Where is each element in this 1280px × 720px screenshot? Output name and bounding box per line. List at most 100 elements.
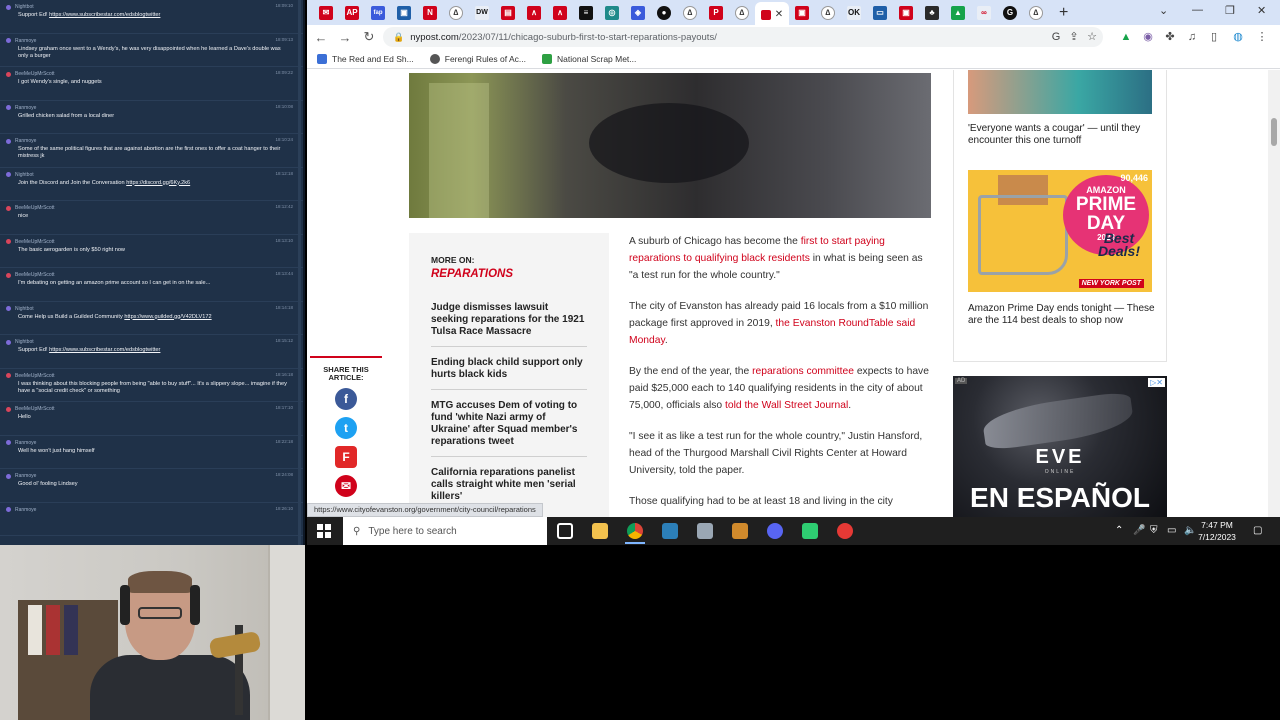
- tab-favicon[interactable]: ▣: [795, 5, 809, 20]
- email-icon[interactable]: ✉: [335, 475, 357, 497]
- facebook-icon[interactable]: f: [335, 388, 357, 410]
- related-link[interactable]: Ending black child support only hurts bl…: [431, 347, 587, 390]
- tab-search-icon[interactable]: ⌄: [1159, 4, 1168, 17]
- chat-scrollbar[interactable]: [298, 0, 301, 545]
- microphone-icon[interactable]: 🎤: [1133, 525, 1145, 536]
- chat-link[interactable]: https://www.subscribestar.com/edsblogtwi…: [49, 347, 160, 353]
- streaming-app-icon[interactable]: [802, 523, 818, 539]
- tab-favicon[interactable]: ∞: [977, 5, 991, 20]
- restore-icon[interactable]: ❐: [1225, 4, 1235, 17]
- tab-favicon[interactable]: ∆: [735, 5, 749, 20]
- tab-favicon[interactable]: ▣: [397, 5, 411, 20]
- address-bar[interactable]: 🔒 nypost.com/2023/07/11/chicago-suburb-f…: [383, 27, 1103, 47]
- tab-favicon[interactable]: ∧: [553, 5, 567, 20]
- chrome-icon[interactable]: [627, 523, 643, 539]
- recording-app-icon[interactable]: [837, 523, 853, 539]
- eve-online-ad[interactable]: AD ▷✕ EVE ONLINE EN ESPAÑOL: [953, 376, 1167, 517]
- task-view-icon[interactable]: [557, 523, 573, 539]
- tab-favicon[interactable]: ∧: [527, 5, 541, 20]
- flipboard-icon[interactable]: F: [335, 446, 357, 468]
- discord-icon[interactable]: [767, 523, 783, 539]
- bookmark-item[interactable]: Ferengi Rules of Ac...: [429, 53, 526, 64]
- tab-favicon[interactable]: ✉: [319, 5, 333, 20]
- chat-link[interactable]: https://www.guilded.gg/V42DLV172: [124, 314, 211, 320]
- browser-toolbar: ← → ↻ 🔒 nypost.com/2023/07/11/chicago-su…: [307, 25, 1280, 49]
- more-on-topic[interactable]: REPARATIONS: [431, 268, 587, 280]
- new-tab-icon[interactable]: +: [1059, 4, 1068, 22]
- tab-active[interactable]: ✕: [755, 2, 789, 27]
- chat-link[interactable]: https://discord.gg/6Ky.2k6: [126, 180, 190, 186]
- file-explorer-icon[interactable]: [592, 523, 608, 539]
- close-window-icon[interactable]: ✕: [1257, 4, 1266, 17]
- back-icon[interactable]: ←: [311, 30, 331, 45]
- app-icon[interactable]: [697, 523, 713, 539]
- tab-favicon[interactable]: ∆: [683, 5, 697, 20]
- ad-close-icon[interactable]: ▷✕: [1148, 378, 1165, 387]
- notifications-icon[interactable]: ▢: [1253, 525, 1262, 536]
- network-icon[interactable]: ▭: [1167, 525, 1176, 536]
- minimize-icon[interactable]: —: [1192, 4, 1203, 16]
- article-video[interactable]: [409, 73, 931, 218]
- security-icon[interactable]: ⛨: [1150, 525, 1158, 536]
- scrollbar-thumb[interactable]: [1271, 118, 1277, 146]
- article-link[interactable]: reparations committee: [752, 366, 854, 377]
- extension-drive-icon[interactable]: ▲: [1119, 30, 1133, 44]
- tab-favicon-ok[interactable]: OK: [847, 5, 861, 20]
- chat-message: Nightbot 18:12:18 Join the Discord and Joi…: [0, 168, 303, 201]
- tab-favicon-ap[interactable]: AP: [345, 5, 359, 20]
- google-lens-icon[interactable]: G: [1049, 30, 1063, 44]
- headphone-right: [190, 585, 200, 625]
- sidebar-story-title[interactable]: 'Everyone wants a cougar' — until they e…: [968, 123, 1158, 147]
- taskbar-clock[interactable]: 7:47 PM 7/12/2023: [1192, 519, 1242, 543]
- prime-day-promo-image[interactable]: AMAZON PRIME DAY 2023 Best Deals! 90,446…: [968, 170, 1152, 292]
- tab-favicon[interactable]: ∆: [449, 5, 463, 20]
- tab-favicon[interactable]: ≡: [579, 5, 593, 20]
- bookmark-item[interactable]: National Scrap Met...: [542, 53, 636, 64]
- tab-favicon[interactable]: ∆: [821, 5, 835, 20]
- related-link[interactable]: Judge dismisses lawsuit seeking reparati…: [431, 292, 587, 347]
- tab-favicon-fap[interactable]: fap: [371, 5, 385, 20]
- tab-favicon-dw[interactable]: DW: [475, 5, 489, 20]
- share-icon[interactable]: ⇪: [1067, 30, 1081, 44]
- reload-icon[interactable]: ↻: [359, 29, 379, 45]
- tab-favicon[interactable]: G: [1003, 5, 1017, 20]
- tab-favicon[interactable]: ◎: [605, 5, 619, 20]
- tab-favicon-n[interactable]: N: [423, 5, 437, 20]
- tab-favicon[interactable]: ▭: [873, 5, 887, 20]
- close-icon[interactable]: ✕: [775, 9, 783, 20]
- sidebar-story-title[interactable]: Amazon Prime Day ends tonight — These ar…: [968, 303, 1158, 327]
- chat-timestamp: 18:24:08: [275, 472, 293, 477]
- tab-favicon[interactable]: ▲: [951, 5, 965, 20]
- tab-favicon[interactable]: ▤: [501, 5, 515, 20]
- forward-icon[interactable]: →: [335, 30, 355, 45]
- twitter-icon[interactable]: t: [335, 417, 357, 439]
- calculator-icon[interactable]: [662, 523, 678, 539]
- windows-start-icon[interactable]: [317, 524, 331, 538]
- profile-avatar-icon[interactable]: ◍: [1231, 30, 1245, 44]
- bookmark-item[interactable]: The Red and Ed Sh...: [317, 53, 414, 64]
- tab-favicon[interactable]: ●: [657, 5, 671, 20]
- taskbar-search[interactable]: ⚲ Type here to search: [343, 517, 547, 545]
- tab-favicon[interactable]: ∆: [1029, 5, 1043, 20]
- page-scrollbar[interactable]: [1268, 70, 1280, 517]
- tab-favicon[interactable]: ◈: [631, 5, 645, 20]
- tray-chevron-icon[interactable]: ⌃: [1115, 525, 1123, 536]
- sidepanel-icon[interactable]: ▯: [1207, 30, 1221, 44]
- article-link[interactable]: told the Wall Street Journal: [725, 400, 848, 411]
- tab-favicon[interactable]: ♣: [925, 5, 939, 20]
- chat-message: BeeMeUpMrScott 18:12:42 nice: [0, 201, 303, 235]
- webcam-person-hair: [128, 571, 192, 593]
- media-icon[interactable]: ♫: [1185, 30, 1199, 44]
- related-link[interactable]: MTG accuses Dem of voting to fund 'white…: [431, 390, 587, 457]
- menu-kebab-icon[interactable]: ⋮: [1255, 30, 1269, 44]
- extension-icon[interactable]: ◉: [1141, 30, 1155, 44]
- tab-favicon[interactable]: P: [709, 5, 723, 20]
- chat-link[interactable]: https://www.subscribestar.com/edsblogtwi…: [49, 12, 160, 18]
- tab-favicon[interactable]: ▣: [899, 5, 913, 20]
- chat-text-body: I got Wendy's single, and nuggets: [18, 79, 102, 85]
- media-player-icon[interactable]: [732, 523, 748, 539]
- chat-user-badge-icon: [6, 440, 11, 445]
- extensions-puzzle-icon[interactable]: ✤: [1163, 30, 1177, 44]
- bookmark-star-icon[interactable]: ☆: [1085, 30, 1099, 44]
- sidebar-story-image[interactable]: [968, 70, 1152, 114]
